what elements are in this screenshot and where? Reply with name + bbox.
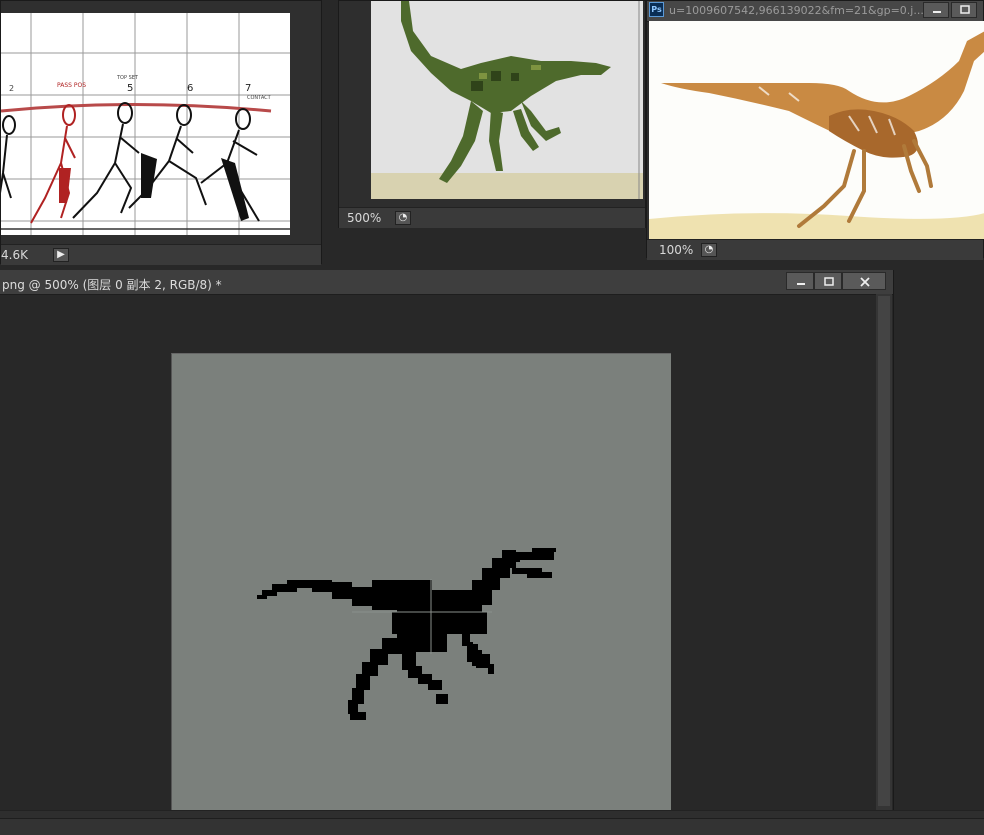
tan-dino-window[interactable]: Ps u=1009607542,966139022&fm=21&gp=0.j..… [646,0,984,260]
frame-label-7: 7 [245,83,251,94]
top-set-label: TOP SET [116,75,139,81]
workspace-bottom-strip [0,818,984,835]
vertical-scrollbar[interactable] [876,294,892,810]
frame-label-2: 2 [9,84,14,93]
main-title: png @ 500% (图层 0 副本 2, RGB/8) * [2,278,222,292]
pass-pos-label: PASS POS [57,82,86,89]
run-cycle-grid: 2 5 6 7 PASS POS TOP SET CONTACT [0,13,290,235]
tan-dino-status-bar: 100% ◔ [647,239,983,260]
run-cycle-canvas: 2 5 6 7 PASS POS TOP SET CONTACT [0,13,290,235]
tan-dino-image [649,31,984,239]
doc-size-text: 4.6K [1,248,28,262]
main-minimize-button[interactable] [786,272,814,290]
green-dino-zoom[interactable]: 500% [347,211,381,225]
minimize-button[interactable] [923,2,949,18]
frame-label-5: 5 [127,83,133,94]
green-dino-window[interactable]: 500% ◔ [338,0,646,228]
main-maximize-button[interactable] [814,272,842,290]
pixel-dino-sprite [257,548,556,720]
contact-label: CONTACT [247,95,272,101]
frame-label-6: 6 [187,83,193,94]
maximize-button[interactable] [951,2,977,18]
status-menu-icon-2[interactable]: ◔ [701,243,717,257]
main-canvas [171,353,671,810]
tan-dino-title: u=1009607542,966139022&fm=21&gp=0.j... [669,4,924,17]
green-dino-status-bar: 500% ◔ [339,207,645,228]
close-icon [860,277,870,287]
main-titlebar[interactable]: png @ 500% (图层 0 副本 2, RGB/8) * [0,270,893,295]
tan-dino-zoom[interactable]: 100% [659,243,693,257]
green-dino-canvas [371,1,643,199]
tan-dino-titlebar[interactable]: Ps u=1009607542,966139022&fm=21&gp=0.j..… [647,1,983,22]
run-cycle-status-bar: 4.6K ▶ [1,244,321,265]
main-close-button[interactable] [842,272,886,290]
green-dino-image [371,1,643,199]
scrollbar-thumb[interactable] [878,296,890,806]
tan-dino-canvas [649,21,984,239]
main-document-window[interactable]: png @ 500% (图层 0 副本 2, RGB/8) * [0,270,984,835]
run-cycle-window[interactable]: 2 5 6 7 PASS POS TOP SET CONTACT 4.6K ▶ [0,0,322,265]
status-menu-icon[interactable]: ◔ [395,211,411,225]
status-arrow-icon[interactable]: ▶ [53,248,69,262]
ps-badge: Ps [649,2,664,17]
